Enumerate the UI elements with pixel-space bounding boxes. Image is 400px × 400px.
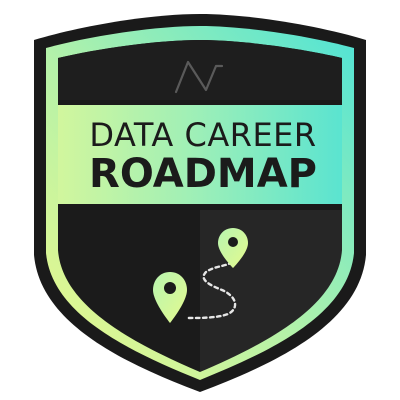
badge-container: DATA CAREER ROADMAP [0,0,400,400]
title-line-data-career: DATA CAREER [89,116,317,154]
title-line-roadmap: ROADMAP [89,151,317,197]
roadmap-badge [34,14,366,392]
